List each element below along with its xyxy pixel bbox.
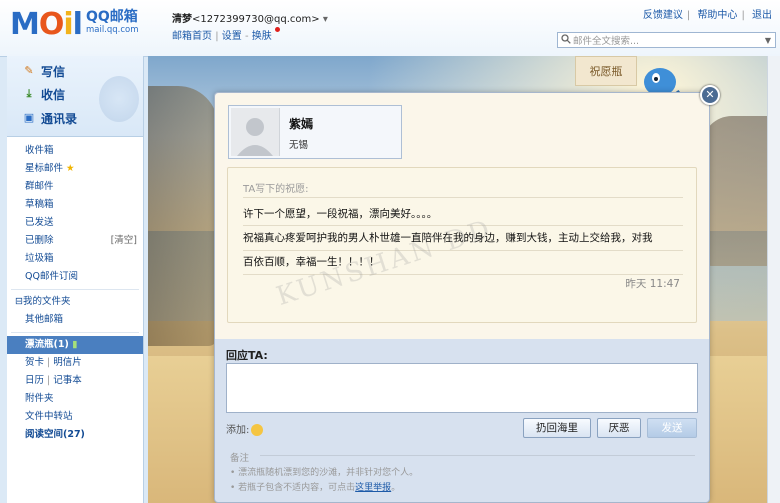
note-2-end: 。 (391, 483, 401, 493)
avatar (231, 108, 280, 156)
settings-link[interactable]: 设置 (222, 31, 242, 42)
contacts-button[interactable]: ▣ 通讯录 (23, 109, 77, 127)
dialog-content: 紫嫣 无锡 TA写下的祝愿: 许下一个愿望，一段祝福，漂向美好。。。。 祝福真心… (215, 93, 709, 339)
bottle-icon: ▮ (72, 339, 78, 350)
other-mailbox-link[interactable]: 其他邮箱 (7, 311, 143, 329)
search-input[interactable]: 邮件全文搜索... (573, 33, 761, 47)
file-transfer-link[interactable]: 文件中转站 (7, 408, 143, 426)
folder-inbox[interactable]: 收件箱 (7, 142, 143, 160)
contacts-label: 通讯录 (41, 111, 78, 126)
help-link[interactable]: 帮助中心 (697, 10, 737, 21)
folder-spam[interactable]: 垃圾箱 (7, 250, 143, 268)
feedback-link[interactable]: 反馈建议 (643, 10, 683, 21)
notes-title: 备注 (230, 453, 250, 464)
add-row: 添加: (226, 421, 264, 436)
pencil-icon: ✎ (24, 64, 34, 77)
note-2: • 若瓶子包含不适内容，可点击这里举报。 (230, 480, 400, 493)
send-button[interactable]: 发送 (647, 418, 697, 438)
close-icon[interactable]: ✕ (700, 85, 720, 105)
account-info: 清梦<1272399730@qq.com> ▾ (172, 10, 328, 25)
compose-label: 写信 (41, 64, 66, 79)
postcard-link[interactable]: 明信片 (53, 357, 82, 368)
user-nickname: 清梦 (172, 14, 192, 25)
report-link[interactable]: 这里举报 (355, 483, 391, 493)
reply-textarea[interactable] (226, 363, 698, 413)
sender-card[interactable]: 紫嫣 无锡 (228, 105, 402, 159)
top-right-links: 反馈建议 | 帮助中心 | 退出 (642, 10, 772, 21)
note-1: • 漂流瓶随机漂到您的沙滩，并非针对您个人。 (230, 468, 419, 478)
search-icon (561, 33, 571, 47)
notepad-link[interactable]: 记事本 (53, 375, 82, 386)
star-icon: ★ (66, 163, 75, 174)
empty-trash-link[interactable]: [清空] (111, 232, 137, 250)
calendar-row: 日历 | 记事本 (25, 375, 82, 386)
scrollbar[interactable] (767, 56, 780, 503)
folder-subscriptions[interactable]: QQ邮件订阅 (7, 268, 143, 286)
paper-rule (243, 174, 683, 198)
header-links: 邮箱首页 | 设置 - 换肤 (172, 27, 280, 42)
dislike-button[interactable]: 厌恶 (597, 418, 641, 438)
divider (11, 289, 139, 290)
wish-bottle-tag: 祝愿瓶 (575, 56, 637, 86)
compose-button[interactable]: ✎ 写信 (23, 62, 65, 80)
bottle-dialog: 紫嫣 无锡 TA写下的祝愿: 许下一个愿望，一段祝福，漂向美好。。。。 祝福真心… (214, 85, 720, 503)
folder-deleted[interactable]: 已删除 [清空] (7, 232, 143, 250)
attachments-link[interactable]: 附件夹 (7, 390, 143, 408)
throw-back-button[interactable]: 扔回海里 (523, 418, 591, 438)
calendar-link[interactable]: 日历 (25, 375, 44, 386)
cards-row: 贺卡 | 明信片 (25, 357, 82, 368)
folder-drafts[interactable]: 草稿箱 (7, 196, 143, 214)
inbox-download-icon: ⤓ (26, 87, 32, 100)
logo-url: mail.qq.com (85, 25, 139, 35)
reply-label: 回应TA: (226, 349, 268, 362)
note-2-text: • 若瓶子包含不适内容，可点击 (230, 483, 356, 493)
logo-mark: MOil (10, 6, 83, 42)
emoji-icon[interactable] (251, 424, 264, 436)
logo-title: QQ邮箱 (85, 9, 138, 25)
top-bar: MOil QQ邮箱 mail.qq.com 清梦<1272399730@qq.c… (0, 0, 780, 57)
sender-name: 紫嫣 (289, 117, 314, 131)
user-email: <1272399730@qq.com> (192, 14, 320, 25)
notes-divider (260, 455, 695, 456)
sender-city: 无锡 (289, 140, 309, 151)
compose-panel: ✎ 写信 ⤓ 收信 ▣ 通讯录 (7, 56, 143, 137)
account-dropdown-icon[interactable]: ▾ (323, 14, 328, 25)
qqmail-logo[interactable]: MOil QQ邮箱 mail.qq.com (10, 6, 139, 42)
wish-paper: TA写下的祝愿: 许下一个愿望，一段祝福，漂向美好。。。。 祝福真心疼爱呵护我的… (227, 167, 697, 323)
contacts-icon: ▣ (23, 111, 35, 124)
search-dropdown-icon[interactable]: ▼ (761, 36, 775, 45)
mail-home-link[interactable]: 邮箱首页 (172, 31, 212, 42)
folder-starred[interactable]: 星标邮件 ★ (7, 160, 143, 178)
add-label: 添加: (226, 425, 250, 436)
logout-link[interactable]: 退出 (752, 10, 772, 21)
wish-time: 昨天 11:47 (625, 278, 680, 290)
tree-illustration (148, 86, 218, 346)
my-folders-toggle[interactable]: ⊟我的文件夹 (7, 293, 143, 311)
greeting-card-link[interactable]: 贺卡 (25, 357, 44, 368)
penguin-logo (99, 76, 139, 122)
reading-space-link[interactable]: 阅读空间(27) (7, 426, 143, 444)
divider (11, 332, 139, 333)
drift-bottle-item[interactable]: 漂流瓶(1) ▮ (7, 336, 143, 354)
search-box[interactable]: 邮件全文搜索... ▼ (557, 32, 776, 48)
switch-skin-link[interactable]: 换肤 (252, 31, 272, 42)
folder-group-mail[interactable]: 群邮件 (7, 178, 143, 196)
folder-sent[interactable]: 已发送 (7, 214, 143, 232)
receive-label: 收信 (41, 87, 66, 102)
cliff-illustration (702, 116, 768, 266)
receive-button[interactable]: ⤓ 收信 (23, 85, 65, 103)
new-dot-icon (274, 27, 280, 32)
left-nav: ✎ 写信 ⤓ 收信 ▣ 通讯录 收件箱 星标邮件 ★ 群邮件 草稿箱 已发送 已… (7, 56, 144, 503)
folder-list: 收件箱 星标邮件 ★ 群邮件 草稿箱 已发送 已删除 [清空] 垃圾箱 QQ邮件订… (7, 142, 143, 444)
